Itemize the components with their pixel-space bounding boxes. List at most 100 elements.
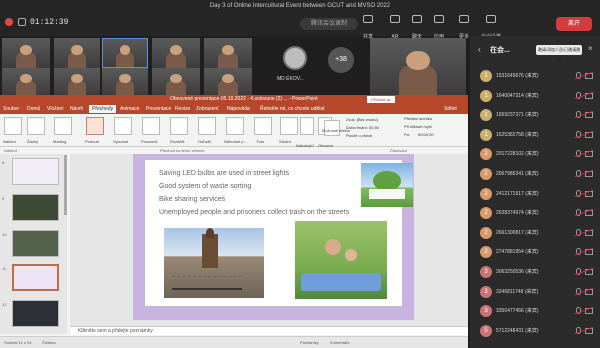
video-tile[interactable]: [102, 68, 148, 95]
apply-all-button[interactable]: Použít u všech: [346, 133, 372, 138]
after-input[interactable]: 00:00,00: [418, 132, 434, 137]
participant-row[interactable]: 1 1625382758 (来宾): [470, 125, 600, 145]
transition-fade[interactable]: [86, 117, 104, 135]
tab-view[interactable]: Zobrazení: [196, 106, 219, 112]
preview-button[interactable]: [4, 117, 22, 135]
transition-wipe[interactable]: [142, 117, 160, 135]
participant-row[interactable]: 2 2067985341 (来宾): [470, 164, 600, 184]
participant-row[interactable]: 3 3063250536 (来宾): [470, 262, 600, 282]
transition-random[interactable]: [226, 117, 244, 135]
transition-push[interactable]: [114, 117, 132, 135]
video-tile[interactable]: [54, 38, 100, 68]
settings-button[interactable]: 会议设置: [479, 14, 503, 40]
participant-row[interactable]: 2 2747881954 (来宾): [470, 242, 600, 262]
video-tile[interactable]: [204, 38, 252, 68]
sound-select[interactable]: Zvuk: [Bez zvuku]: [346, 117, 378, 122]
more-button[interactable]: 更多: [452, 14, 476, 40]
meeting-id-pill[interactable]: 腾讯会议录制: [300, 18, 358, 30]
share-link[interactable]: Sdílet: [444, 106, 457, 112]
tell-me-search[interactable]: Řekněte mi, co chcete udělat: [260, 106, 324, 112]
participant-row[interactable]: 2 2412171917 (来宾): [470, 184, 600, 204]
notes-pane[interactable]: Klikněte sem a přidejte poznámky: [70, 326, 468, 335]
invite-button[interactable]: 邀请/添加人员/已邀请邀请: [536, 45, 582, 62]
transition-uncover[interactable]: [280, 117, 298, 135]
comments-toggle[interactable]: Komentáře: [330, 340, 350, 345]
current-slide[interactable]: Saving LED bulbs are used in street ligh…: [133, 154, 414, 320]
participant-row[interactable]: 3 3350477456 (来宾): [470, 301, 600, 321]
video-tile-large[interactable]: [370, 38, 466, 95]
language[interactable]: Čeština: [42, 340, 56, 345]
share-icon: [363, 15, 373, 23]
tab-design[interactable]: Návrh: [70, 106, 83, 112]
record-icon[interactable]: [5, 18, 13, 26]
participant-row[interactable]: 1 1659237371 (来宾): [470, 105, 600, 125]
slide-thumbnail-selected[interactable]: [12, 264, 59, 291]
tree-image: [361, 163, 413, 207]
info-icon[interactable]: [18, 18, 26, 26]
video-tile[interactable]: [152, 68, 200, 95]
tab-transitions[interactable]: Přechody: [89, 105, 117, 113]
slide-thumbnail[interactable]: [12, 158, 59, 185]
participant-row[interactable]: 1 1531649676 (来宾): [470, 66, 600, 86]
thumbnail-scrollbar[interactable]: [64, 155, 67, 215]
chat-icon: [412, 15, 422, 23]
video-tile[interactable]: [2, 38, 50, 68]
transition-reveal[interactable]: [198, 117, 216, 135]
chat-button[interactable]: 聊天: [405, 14, 429, 40]
participant-row[interactable]: 3 3246811748 (来宾): [470, 282, 600, 302]
family-picnic-photo: [295, 221, 387, 299]
tab-insert[interactable]: Vložení: [47, 106, 64, 112]
participant-row[interactable]: 2 2661300817 (来宾): [470, 223, 600, 243]
avatar: 1: [480, 70, 492, 82]
ar-button[interactable]: AR: [383, 14, 407, 40]
avatar: 5: [480, 324, 492, 337]
close-icon[interactable]: ×: [588, 44, 593, 53]
tab-animations[interactable]: Animace: [120, 106, 139, 112]
apps-button[interactable]: 应用: [427, 14, 451, 40]
participant-row[interactable]: 1 1640047314 (来宾): [470, 86, 600, 106]
tab-help[interactable]: Nápověda: [227, 106, 250, 112]
shared-screen: Obnovené prezentace-05.10.2022 - 4.oslov…: [0, 95, 468, 348]
participants-title: 在会...: [490, 47, 510, 54]
leave-button[interactable]: 离开: [556, 17, 592, 31]
on-click-checkbox[interactable]: Při kliknutí myší: [404, 124, 432, 129]
participant-name: 2412171917 (来宾): [496, 190, 539, 197]
video-tile[interactable]: [204, 68, 252, 95]
slide-thumbnail[interactable]: [12, 300, 59, 327]
slide-canvas: Saving LED bulbs are used in street ligh…: [70, 154, 468, 334]
tab-file[interactable]: Soubor: [3, 106, 19, 112]
transition-morph[interactable]: [54, 117, 72, 135]
tab-home[interactable]: Domů: [27, 106, 40, 112]
participant-row[interactable]: 5 5712248431 (来宾): [470, 321, 600, 341]
video-tile[interactable]: [54, 68, 100, 95]
transition-none[interactable]: [27, 117, 45, 135]
slide-thumbnail[interactable]: [12, 230, 59, 257]
back-icon[interactable]: ‹: [478, 45, 481, 54]
avatar[interactable]: [283, 46, 307, 70]
video-tile-active[interactable]: [102, 38, 148, 68]
transition-split[interactable]: [170, 117, 188, 135]
participant-row[interactable]: 2 2017228102 (来宾): [470, 144, 600, 164]
participant-name: 3246811748 (来宾): [496, 288, 539, 295]
ar-icon: [390, 15, 400, 23]
transition-shape[interactable]: [254, 117, 272, 135]
video-tile[interactable]: [152, 38, 200, 68]
notes-toggle[interactable]: Poznámky: [300, 340, 319, 345]
slide-bullet: Unemployed people and prisoners collect …: [159, 209, 350, 216]
share-button[interactable]: 共享: [356, 14, 380, 40]
participant-row[interactable]: 2 2638374974 (来宾): [470, 203, 600, 223]
participant-name: 3063250536 (来宾): [496, 269, 539, 275]
more-participants-button[interactable]: +38: [328, 47, 354, 73]
transition-cover[interactable]: [300, 117, 314, 135]
tab-slideshow[interactable]: Prezentace: [146, 106, 171, 112]
tab-review[interactable]: Revize: [175, 106, 190, 112]
duration-input[interactable]: Doba trvání: 00,50: [346, 125, 379, 130]
video-tile[interactable]: [2, 68, 50, 95]
slide-thumbnail[interactable]: [12, 194, 59, 221]
bike-sharing-photo: [164, 228, 264, 298]
avatar: 1: [480, 128, 492, 141]
avatar: 2: [480, 187, 492, 200]
participant-name: 1640047314 (来宾): [496, 92, 539, 99]
sign-in-button[interactable]: Přihlásit se: [367, 96, 395, 103]
slide-content: Saving LED bulbs are used in street ligh…: [145, 160, 413, 306]
